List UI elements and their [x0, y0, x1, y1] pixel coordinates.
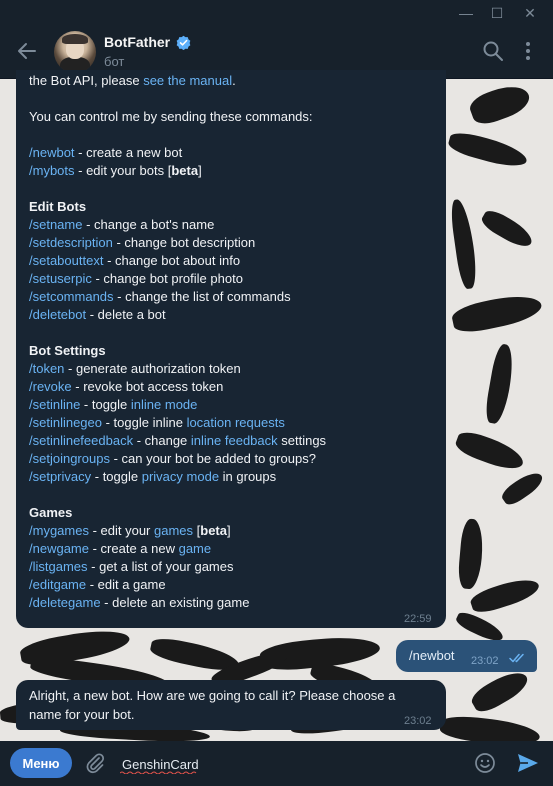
- message-composer: Меню: [0, 741, 553, 786]
- games-link[interactable]: games: [154, 523, 193, 538]
- verified-icon: [176, 35, 191, 50]
- command-link[interactable]: /deletegame: [29, 595, 101, 610]
- message-time: 23:02: [471, 655, 499, 667]
- command-link[interactable]: /listgames: [29, 559, 88, 574]
- chat-subtitle: бот: [104, 54, 125, 69]
- list-item: /token - generate authorization token: [29, 361, 241, 376]
- list-item: /revoke - revoke bot access token: [29, 379, 224, 394]
- list-item: /listgames - get a list of your games: [29, 559, 234, 574]
- search-icon[interactable]: [482, 40, 504, 62]
- list-item: /setprivacy - toggle privacy mode in gro…: [29, 469, 277, 484]
- command-link[interactable]: /token: [29, 361, 64, 376]
- list-item: /setcommands - change the list of comman…: [29, 289, 291, 304]
- minimize-button[interactable]: —: [451, 0, 481, 26]
- list-item: /newbot - create a new bot: [29, 145, 183, 160]
- double-check-icon: [509, 653, 524, 663]
- basic-commands: /newbot - create a new bot /mybots - edi…: [29, 144, 439, 180]
- telegram-window: — ☐ ✕ BotFather бот the Bot API, please …: [0, 0, 553, 786]
- inline-feedback-link[interactable]: inline feedback: [191, 433, 278, 448]
- command-link[interactable]: /mybots: [29, 163, 75, 178]
- list-item: /setabouttext - change bot about info: [29, 253, 241, 268]
- list-item: /setinlinefeedback - change inline feedb…: [29, 433, 327, 448]
- list-item: /mygames - edit your games [beta]: [29, 523, 231, 538]
- chat-title-text: BotFather: [104, 34, 171, 50]
- reply-text: Alright, a new bot. How are we going to …: [29, 688, 396, 722]
- command-link[interactable]: /editgame: [29, 577, 86, 592]
- command-link[interactable]: /setdescription: [29, 235, 113, 250]
- maximize-button[interactable]: ☐: [482, 0, 512, 26]
- edit-commands: /setname - change a bot's name /setdescr…: [29, 216, 439, 324]
- command-link[interactable]: /setuserpic: [29, 271, 92, 286]
- inline-mode-link[interactable]: inline mode: [131, 397, 198, 412]
- window-titlebar: — ☐ ✕: [0, 0, 553, 26]
- section-title: Edit Bots: [29, 199, 87, 214]
- list-item: /editgame - edit a game: [29, 577, 166, 592]
- command-link[interactable]: /setinlinefeedback: [29, 433, 133, 448]
- list-item: /deletebot - delete a bot: [29, 307, 166, 322]
- command-link[interactable]: /revoke: [29, 379, 72, 394]
- list-item: /newgame - create a new game: [29, 541, 212, 556]
- list-item: /deletegame - delete an existing game: [29, 595, 250, 610]
- paperclip-icon[interactable]: [84, 752, 106, 774]
- emoji-icon[interactable]: [474, 752, 496, 774]
- section-title: Games: [29, 505, 73, 520]
- more-vert-icon[interactable]: [518, 40, 538, 62]
- manual-link[interactable]: see the manual: [143, 73, 232, 88]
- message-reply: Alright, a new bot. How are we going to …: [16, 680, 446, 730]
- command-link[interactable]: /setname: [29, 217, 82, 232]
- list-item: /setdescription - change bot description: [29, 235, 256, 250]
- manual-line: the Bot API, please see the manual.: [29, 73, 236, 88]
- command-link[interactable]: /deletebot: [29, 307, 86, 322]
- spellcheck-underline: [120, 771, 197, 774]
- menu-button[interactable]: Меню: [10, 748, 72, 778]
- list-item: /mybots - edit your bots [beta]: [29, 163, 202, 178]
- settings-commands: /token - generate authorization token /r…: [29, 360, 439, 486]
- command-link[interactable]: /setjoingroups: [29, 451, 110, 466]
- message-time: 23:02: [404, 715, 432, 727]
- command-link[interactable]: /newbot: [29, 145, 75, 160]
- message-outgoing: /newbot 23:02: [396, 640, 537, 672]
- outgoing-text: /newbot: [409, 648, 455, 663]
- command-link[interactable]: /newgame: [29, 541, 89, 556]
- command-link[interactable]: /setabouttext: [29, 253, 103, 268]
- list-item: /setjoingroups - can your bot be added t…: [29, 451, 316, 466]
- list-item: /setuserpic - change bot profile photo: [29, 271, 243, 286]
- send-icon[interactable]: [516, 752, 540, 774]
- game-link[interactable]: game: [179, 541, 212, 556]
- section-title: Bot Settings: [29, 343, 106, 358]
- location-requests-link[interactable]: location requests: [187, 415, 285, 430]
- list-item: /setinline - toggle inline mode: [29, 397, 198, 412]
- command-link[interactable]: /setinline: [29, 397, 80, 412]
- list-item: /setinlinegeo - toggle inline location r…: [29, 415, 285, 430]
- avatar[interactable]: [54, 31, 96, 73]
- command-link[interactable]: /setcommands: [29, 289, 114, 304]
- control-text: You can control me by sending these comm…: [29, 109, 313, 124]
- command-link[interactable]: /setprivacy: [29, 469, 91, 484]
- back-arrow-icon[interactable]: [16, 40, 38, 62]
- message-commands: the Bot API, please see the manual. You …: [16, 70, 446, 628]
- list-item: /setname - change a bot's name: [29, 217, 215, 232]
- command-link[interactable]: /setinlinegeo: [29, 415, 102, 430]
- games-commands: /mygames - edit your games [beta] /newga…: [29, 522, 439, 612]
- privacy-mode-link[interactable]: privacy mode: [142, 469, 219, 484]
- message-time: 22:59: [404, 613, 432, 625]
- command-link[interactable]: /mygames: [29, 523, 89, 538]
- close-window-button[interactable]: ✕: [515, 0, 545, 26]
- chat-title[interactable]: BotFather: [104, 34, 191, 50]
